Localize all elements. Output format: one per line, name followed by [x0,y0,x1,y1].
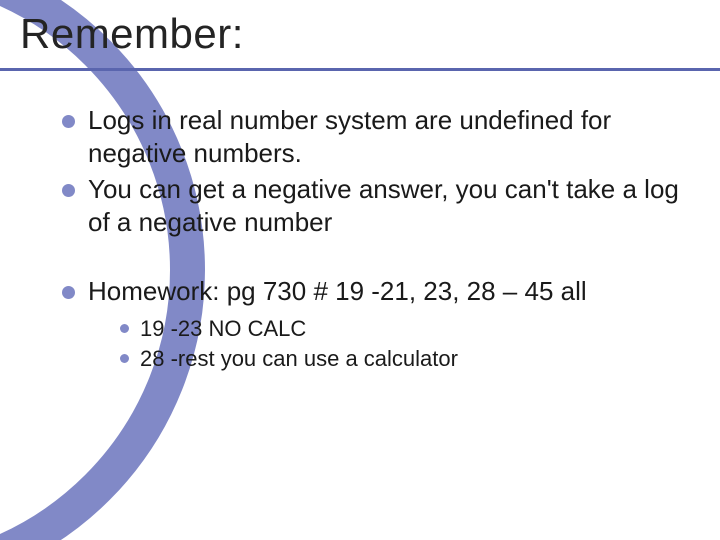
bullet-list: Logs in real number system are undefined… [62,104,702,239]
sub-bullet-item: 28 -rest you can use a calculator [120,344,702,374]
sub-bullet-item: 19 -23 NO CALC [120,314,702,344]
slide-title: Remember: [20,10,244,58]
sub-bullet-text: 28 -rest you can use a calculator [140,346,458,371]
sub-bullet-text: 19 -23 NO CALC [140,316,306,341]
bullet-item: Homework: pg 730 # 19 -21, 23, 28 – 45 a… [62,275,702,374]
sub-bullet-list: 19 -23 NO CALC 28 -rest you can use a ca… [120,314,702,373]
spacer [62,241,702,275]
bullet-text: You can get a negative answer, you can't… [88,174,679,237]
bullet-text: Homework: pg 730 # 19 -21, 23, 28 – 45 a… [88,276,587,306]
bullet-text: Logs in real number system are undefined… [88,105,611,168]
bullet-list: Homework: pg 730 # 19 -21, 23, 28 – 45 a… [62,275,702,374]
slide: Remember: Logs in real number system are… [0,0,720,540]
bullet-item: Logs in real number system are undefined… [62,104,702,171]
title-underline [0,68,720,71]
bullet-item: You can get a negative answer, you can't… [62,173,702,240]
content-area: Logs in real number system are undefined… [62,104,702,376]
